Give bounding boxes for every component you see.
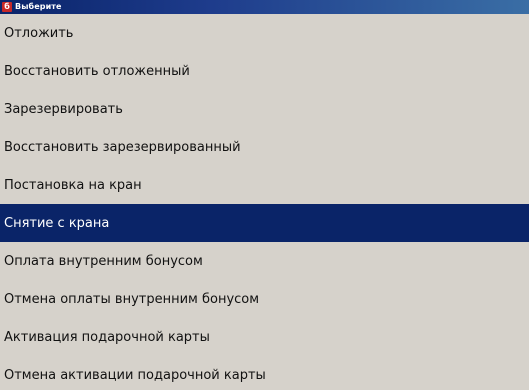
list-item-postpone[interactable]: Отложить <box>0 14 529 52</box>
list-item-reserve[interactable]: Зарезервировать <box>0 90 529 128</box>
list-item-label: Восстановить отложенный <box>4 63 190 79</box>
list-item-set-on-pump[interactable]: Постановка на кран <box>0 166 529 204</box>
list-item-cancel-gift-card-activation[interactable]: Отмена активации подарочной карты <box>0 356 529 390</box>
list-item-label: Активация подарочной карты <box>4 329 210 345</box>
list-item-label: Постановка на кран <box>4 177 142 193</box>
list-item-restore-reserved[interactable]: Восстановить зарезервированный <box>0 128 529 166</box>
list-item-label: Отмена активации подарочной карты <box>4 367 266 383</box>
action-list: Отложить Восстановить отложенный Зарезер… <box>0 14 529 390</box>
window-title: Выберите <box>15 2 62 11</box>
list-item-restore-postponed[interactable]: Восстановить отложенный <box>0 52 529 90</box>
list-item-activate-gift-card[interactable]: Активация подарочной карты <box>0 318 529 356</box>
list-item-label: Снятие с крана <box>4 215 110 231</box>
list-item-remove-from-pump[interactable]: Снятие с крана <box>0 204 529 242</box>
list-item-label: Восстановить зарезервированный <box>4 139 241 155</box>
select-dialog: б Выберите Отложить Восстановить отложен… <box>0 0 529 390</box>
list-item-label: Зарезервировать <box>4 101 123 117</box>
list-item-label: Отложить <box>4 25 74 41</box>
title-bar[interactable]: б Выберите <box>0 0 529 14</box>
list-item-pay-internal-bonus[interactable]: Оплата внутренним бонусом <box>0 242 529 280</box>
app-icon: б <box>2 2 12 12</box>
list-item-label: Оплата внутренним бонусом <box>4 253 203 269</box>
list-item-cancel-internal-bonus[interactable]: Отмена оплаты внутренним бонусом <box>0 280 529 318</box>
list-item-label: Отмена оплаты внутренним бонусом <box>4 291 260 307</box>
